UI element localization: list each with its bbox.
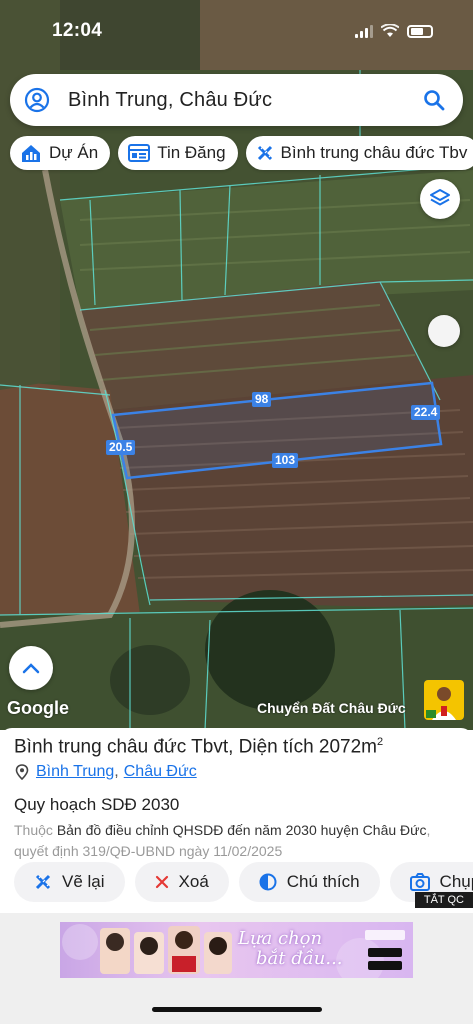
parcel-title: Bình trung châu đức Tbvt, Diện tích 2072… [14,736,384,758]
satellite-map[interactable]: 98 22.4 20.5 103 12:04 Bình Trung, Châu … [0,0,473,730]
ad-text: Lựa chọn bắt đầu... [238,928,343,969]
parcel-location: Bình Trung, Châu Đức [14,763,459,781]
chip-du-an[interactable]: Dự Án [10,136,111,170]
plan-description: Thuộc Bản đồ điều chỉnh QHSDĐ đến năm 20… [14,820,459,862]
dimension-left: 20.5 [106,440,136,455]
house-chart-icon [22,145,40,162]
search-icon[interactable] [423,89,445,111]
location-separator: , [114,763,119,781]
chip-tin-dang[interactable]: Tin Đăng [118,136,238,170]
filter-chips: Dự Án Tin Đăng Bình trung châu đức Tbv [10,136,473,170]
layers-icon [430,189,450,206]
search-input[interactable]: Bình Trung, Châu Đức [68,89,423,112]
parcel-info-sheet: Bình trung châu đức Tbvt, Diện tích 2072… [0,728,473,918]
chip-label: Dự Án [49,143,99,162]
ad-portraits [100,926,232,974]
half-circle-icon [259,873,277,891]
location-pin-icon [15,764,29,781]
ruler-icon [35,874,51,890]
listing-icon [128,144,151,162]
plan-map-name: Bản đồ điều chỉnh QHSDĐ đến năm 2030 huy… [56,822,427,839]
camera-icon [409,873,430,891]
assistive-touch-button[interactable] [428,315,460,347]
chip-label: Bình trung châu đức Tbv [280,143,468,162]
delete-button[interactable]: Xoá [134,862,229,902]
search-bar[interactable]: Bình Trung, Châu Đức [10,74,463,126]
dimension-right: 22.4 [411,405,441,420]
layers-button[interactable] [420,179,460,219]
redraw-button[interactable]: Vẽ lại [14,862,125,902]
expand-up-button[interactable] [9,646,53,690]
avatar[interactable] [424,680,464,720]
chevron-up-icon [22,663,40,674]
signal-icon [355,24,373,38]
dimension-bottom: 103 [272,453,299,468]
plan-prefix: Thuộc [14,822,53,839]
ad-banner[interactable]: Lựa chọn bắt đầu... [60,922,413,978]
close-icon [155,875,168,889]
legend-button[interactable]: Chú thích [238,862,380,902]
wifi-icon [381,24,399,37]
home-indicator [152,1007,322,1012]
ruler-icon [257,145,272,161]
chip-label: Tin Đăng [157,143,226,162]
status-time: 12:04 [52,20,103,41]
action-buttons: Vẽ lại Xoá Chú thích Chụp [14,862,473,902]
ward-link[interactable]: Bình Trung [36,763,114,781]
dimension-top: 98 [252,392,272,407]
battery-icon [407,24,433,38]
chip-parcel[interactable]: Bình trung châu đức Tbv [245,136,473,170]
google-logo: Google [7,698,69,718]
district-link[interactable]: Châu Đức [124,763,197,781]
map-credit: Chuyển Đất Châu Đức [257,700,406,716]
hide-ads-button[interactable]: TẮT QC [414,892,473,908]
plan-title: Quy hoạch SDĐ 2030 [14,795,180,815]
user-icon[interactable] [24,87,50,113]
status-icons [355,24,433,38]
